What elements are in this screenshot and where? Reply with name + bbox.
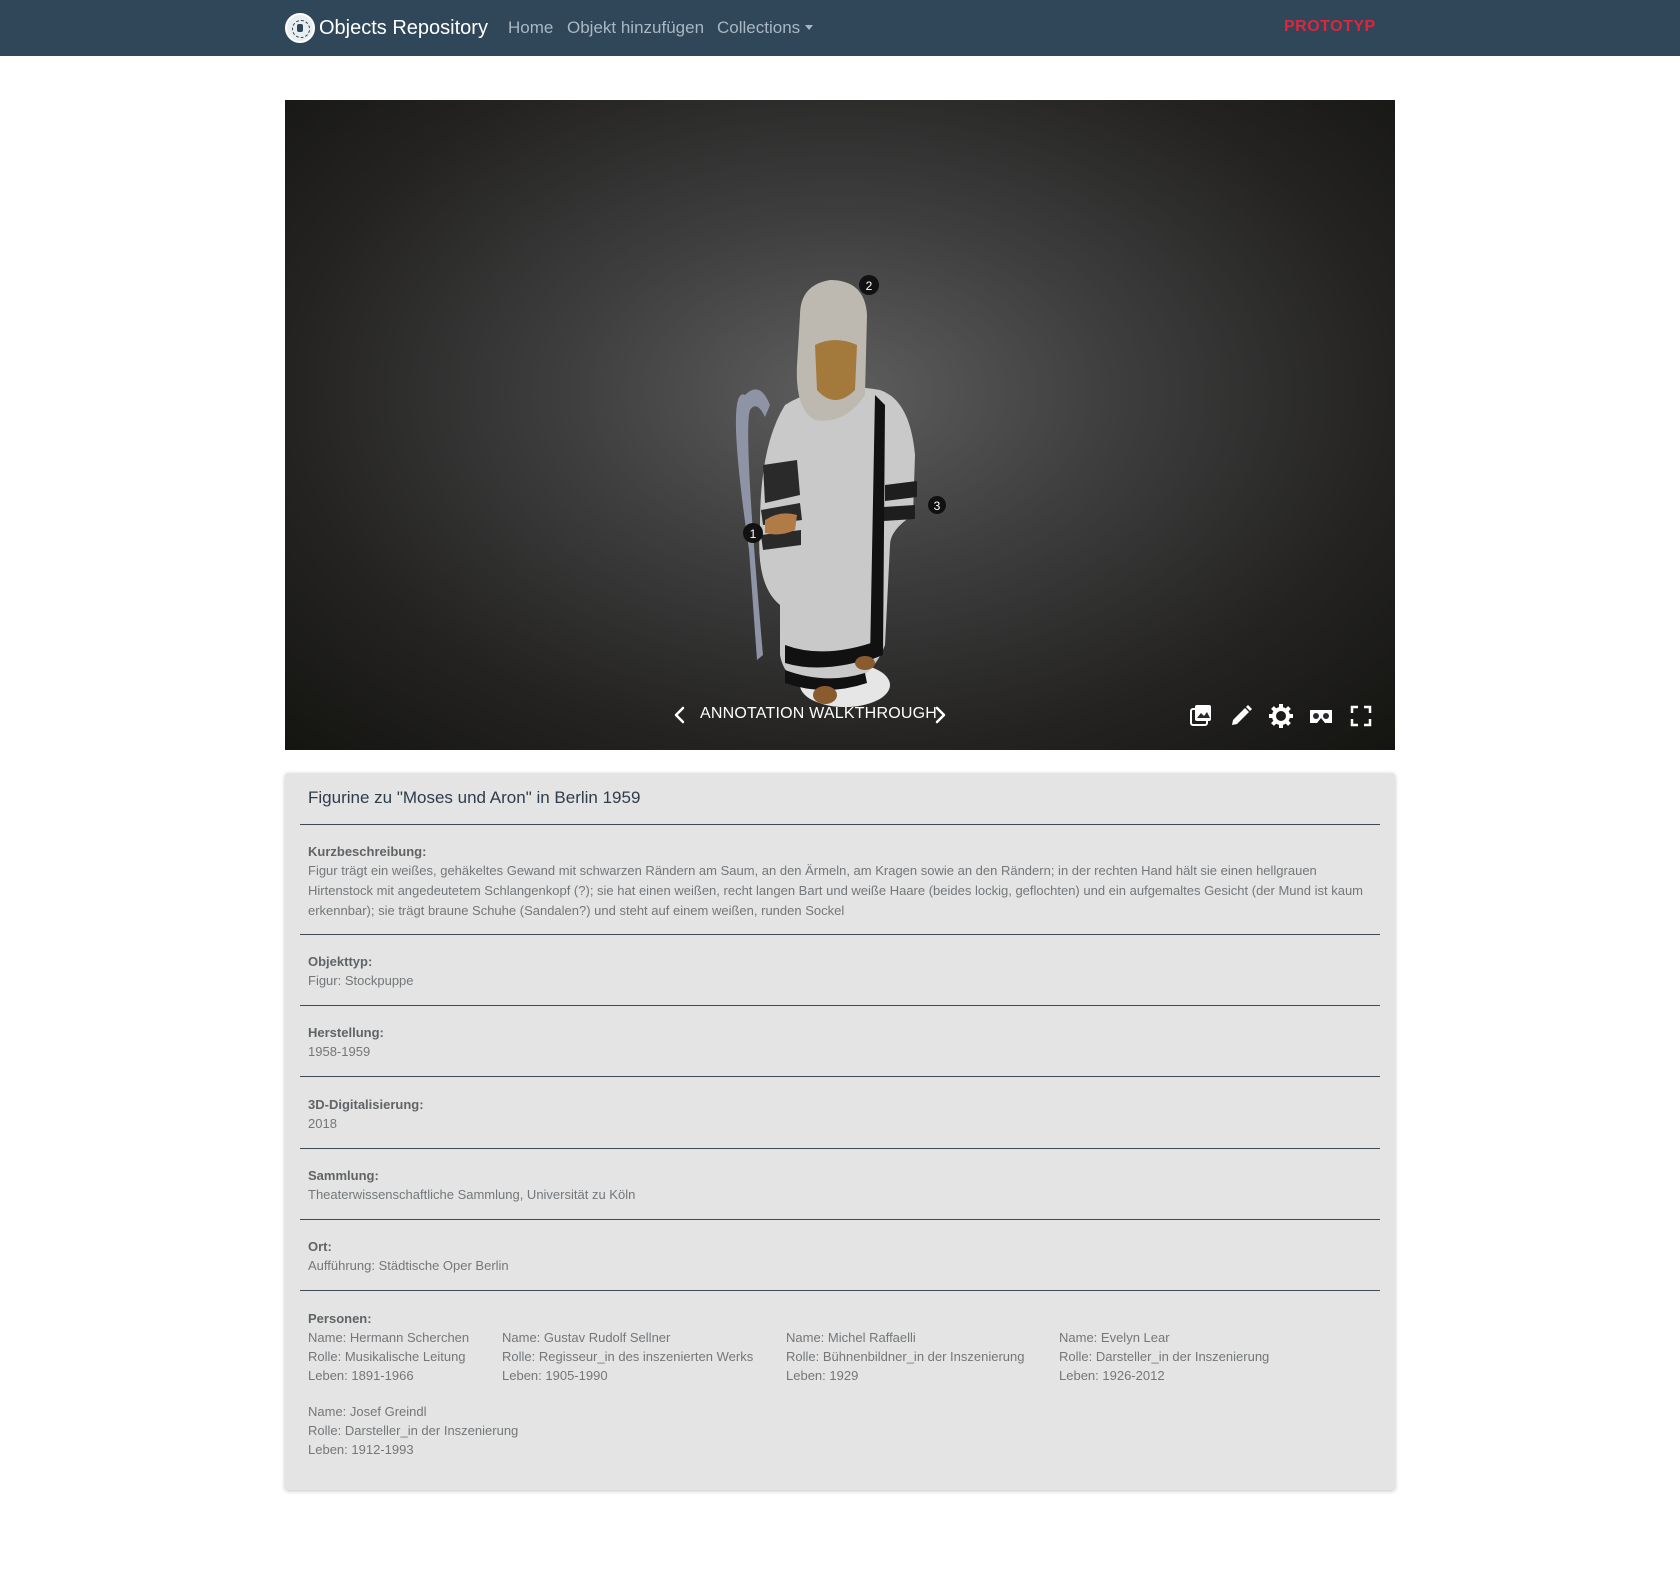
model-shoe bbox=[813, 686, 837, 704]
person-name: Name: Evelyn Lear bbox=[1059, 1330, 1170, 1345]
persons-label: Personen: bbox=[308, 1311, 372, 1326]
object-detail-card: Figurine zu "Moses und Aron" in Berlin 1… bbox=[285, 773, 1395, 1490]
figurine-3d-model[interactable]: 1 2 3 bbox=[685, 185, 975, 725]
person-entry: Name: Michel Raffaelli Rolle: Bühnenbild… bbox=[786, 1328, 1025, 1385]
chevron-right-icon[interactable] bbox=[930, 703, 950, 727]
hotspot-1-label: 1 bbox=[750, 527, 757, 541]
pencil-icon[interactable] bbox=[1228, 703, 1254, 729]
person-entry: Name: Evelyn Lear Rolle: Darsteller_in d… bbox=[1059, 1328, 1269, 1385]
university-seal-icon bbox=[285, 13, 315, 43]
person-entry: Name: Gustav Rudolf Sellner Rolle: Regis… bbox=[502, 1328, 753, 1385]
hotspot-1[interactable]: 1 bbox=[743, 523, 763, 543]
divider bbox=[300, 1290, 1380, 1291]
person-name: Name: Josef Greindl bbox=[308, 1404, 427, 1419]
person-role: Rolle: Bühnenbildner_in der Inszenierung bbox=[786, 1349, 1025, 1364]
fullscreen-icon[interactable] bbox=[1348, 703, 1374, 729]
divider bbox=[300, 824, 1380, 825]
person-role: Rolle: Regisseur_in des inszenierten Wer… bbox=[502, 1349, 754, 1364]
hotspot-3-label: 3 bbox=[934, 499, 941, 513]
digitization-value: 2018 bbox=[308, 1116, 337, 1131]
divider bbox=[300, 1148, 1380, 1149]
annotation-walkthrough-label: ANNOTATION WALKTHROUGH bbox=[700, 705, 937, 722]
person-name: Name: Gustav Rudolf Sellner bbox=[502, 1330, 671, 1345]
production-label: Herstellung: bbox=[308, 1025, 384, 1040]
location-value: Aufführung: Städtische Oper Berlin bbox=[308, 1258, 509, 1273]
collections-label: Collections bbox=[717, 18, 801, 37]
hotspot-2-label: 2 bbox=[866, 279, 873, 293]
divider bbox=[300, 1076, 1380, 1077]
divider bbox=[300, 934, 1380, 935]
divider bbox=[300, 1005, 1380, 1006]
collection-label: Sammlung: bbox=[308, 1168, 379, 1183]
production-value: 1958-1959 bbox=[308, 1044, 371, 1059]
model-face bbox=[815, 340, 857, 400]
nav-add-object-link[interactable]: Objekt hinzufügen bbox=[567, 18, 704, 38]
nav-collections-dropdown[interactable]: Collections bbox=[717, 18, 814, 38]
gallery-icon[interactable] bbox=[1188, 703, 1214, 729]
person-life: Leben: 1891-1966 bbox=[308, 1368, 414, 1383]
short-description-label: Kurzbeschreibung: bbox=[308, 844, 427, 859]
object-type-value: Figur: Stockpuppe bbox=[308, 973, 414, 988]
hotspot-2[interactable]: 2 bbox=[859, 275, 879, 295]
brand-link[interactable]: Objects Repository bbox=[285, 12, 488, 44]
divider bbox=[300, 1219, 1380, 1220]
short-description-value: Figur trägt ein weißes, gehäkeltes Gewan… bbox=[308, 863, 1364, 918]
person-name: Name: Michel Raffaelli bbox=[786, 1330, 916, 1345]
person-life: Leben: 1929 bbox=[786, 1368, 859, 1383]
digitization-label: 3D-Digitalisierung: bbox=[308, 1097, 424, 1112]
top-navbar: Objects Repository Home Objekt hinzufüge… bbox=[0, 0, 1680, 56]
prototype-badge: PROTOTYP bbox=[1284, 18, 1376, 35]
person-life: Leben: 1905-1990 bbox=[502, 1368, 608, 1383]
nav-home-link[interactable]: Home bbox=[508, 18, 553, 38]
location-label: Ort: bbox=[308, 1239, 332, 1254]
caret-down-icon bbox=[805, 25, 814, 30]
vr-goggles-icon[interactable] bbox=[1308, 703, 1334, 729]
gear-icon[interactable] bbox=[1268, 703, 1294, 729]
person-role: Rolle: Musikalische Leitung bbox=[308, 1349, 466, 1364]
person-role: Rolle: Darsteller_in der Inszenierung bbox=[1059, 1349, 1270, 1364]
3d-model-viewer[interactable]: 1 2 3 ANNOTATION WALKTHROUGH bbox=[285, 100, 1395, 750]
hotspot-3[interactable]: 3 bbox=[928, 496, 946, 514]
object-title: Figurine zu "Moses und Aron" in Berlin 1… bbox=[308, 788, 641, 807]
person-life: Leben: 1912-1993 bbox=[308, 1442, 414, 1457]
person-role: Rolle: Darsteller_in der Inszenierung bbox=[308, 1423, 519, 1438]
person-name: Name: Hermann Scherchen bbox=[308, 1330, 470, 1345]
chevron-left-icon[interactable] bbox=[670, 703, 690, 727]
object-type-label: Objekttyp: bbox=[308, 954, 373, 969]
collection-value: Theaterwissenschaftliche Sammlung, Unive… bbox=[308, 1187, 636, 1202]
person-entry: Name: Hermann Scherchen Rolle: Musikalis… bbox=[308, 1328, 469, 1385]
person-entry: Name: Josef Greindl Rolle: Darsteller_in… bbox=[308, 1402, 518, 1459]
brand-title: Objects Repository bbox=[319, 16, 488, 39]
person-life: Leben: 1926-2012 bbox=[1059, 1368, 1165, 1383]
